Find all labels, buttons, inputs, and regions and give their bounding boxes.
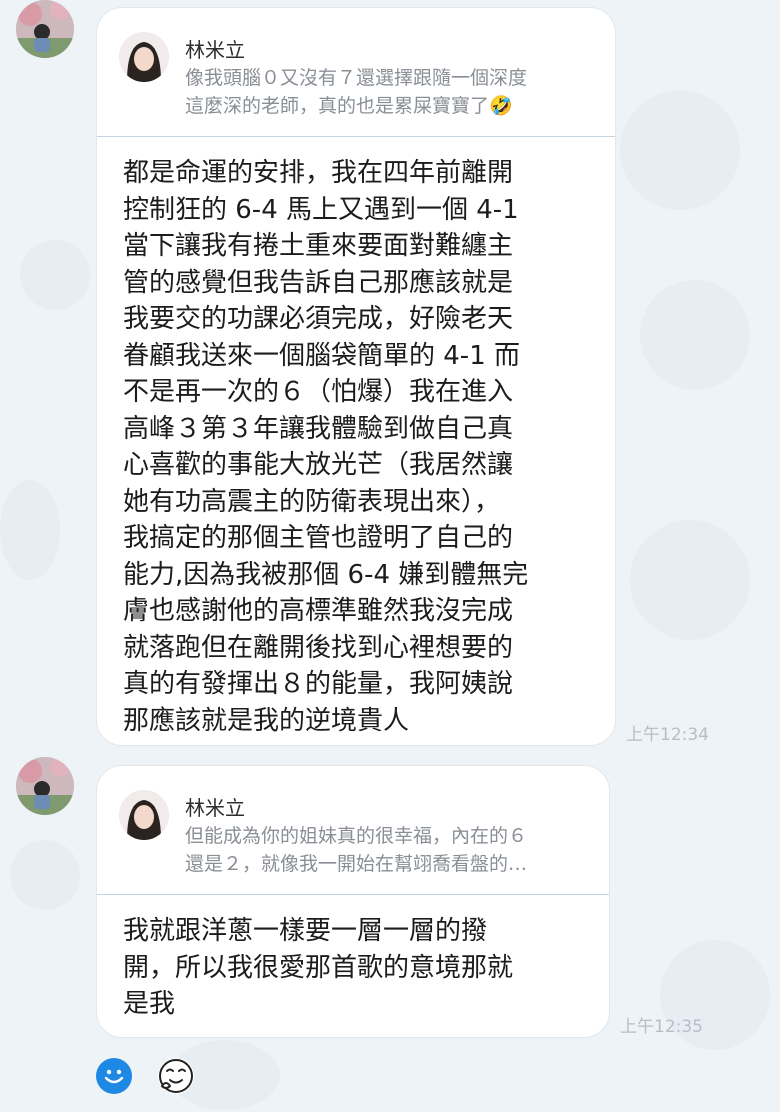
quoted-message-text: 但能成為你的姐妹真的很幸福，內在的６ 還是２，就像我一開始在幫翊喬看盤的…: [185, 825, 528, 875]
quoted-avatar: [119, 790, 169, 840]
smiley-face-icon: [104, 1069, 124, 1084]
emoji-button[interactable]: [96, 1058, 132, 1094]
background-doodle: [630, 520, 750, 640]
message-bubble[interactable]: 林米立 像我頭腦０又沒有７還選擇跟隨一個深度 這麼深的老師，真的也是累屎寶寶了🤣…: [96, 7, 616, 746]
background-doodle: [20, 240, 90, 310]
background-doodle: [640, 280, 750, 390]
background-doodle: [0, 480, 60, 580]
quoted-message-text: 像我頭腦０又沒有７還選擇跟隨一個深度 這麼深的老師，真的也是累屎寶寶了🤣: [185, 67, 528, 117]
sticker-face-icon: [159, 1059, 193, 1093]
quoted-reply[interactable]: 林米立 但能成為你的姐妹真的很幸福，內在的６ 還是２，就像我一開始在幫翊喬看盤的…: [97, 766, 609, 895]
sticker-button[interactable]: [158, 1058, 194, 1094]
message-bubble[interactable]: 林米立 但能成為你的姐妹真的很幸福，內在的６ 還是２，就像我一開始在幫翊喬看盤的…: [96, 765, 610, 1038]
quoted-reply[interactable]: 林米立 像我頭腦０又沒有７還選擇跟隨一個深度 這麼深的老師，真的也是累屎寶寶了🤣: [97, 8, 615, 137]
message-text: 我就跟洋蔥一樣要一層一層的撥 開，所以我很愛那首歌的意境那就 是我: [123, 916, 514, 1019]
quoted-sender-name: 林米立: [185, 38, 245, 62]
sender-avatar[interactable]: [16, 0, 74, 58]
quoted-sender-name: 林米立: [185, 796, 245, 820]
message-timestamp: 上午12:34: [626, 725, 709, 745]
quoted-avatar-icon: [119, 790, 169, 840]
sender-avatar[interactable]: [16, 757, 74, 815]
sender-photo-icon: [16, 757, 74, 815]
background-doodle: [620, 90, 740, 210]
quoted-avatar: [119, 32, 169, 82]
sender-photo-icon: [16, 0, 74, 58]
message-timestamp: 上午12:35: [620, 1017, 703, 1037]
message-text: 都是命運的安排，我在四年前離開 控制狂的 6-4 馬上又遇到一個 4-1 當下讓…: [123, 158, 529, 736]
quoted-avatar-icon: [119, 32, 169, 82]
chat-screen: { "messages": [ { "sender": "林米立", "quot…: [0, 0, 780, 1112]
background-doodle: [10, 840, 80, 910]
